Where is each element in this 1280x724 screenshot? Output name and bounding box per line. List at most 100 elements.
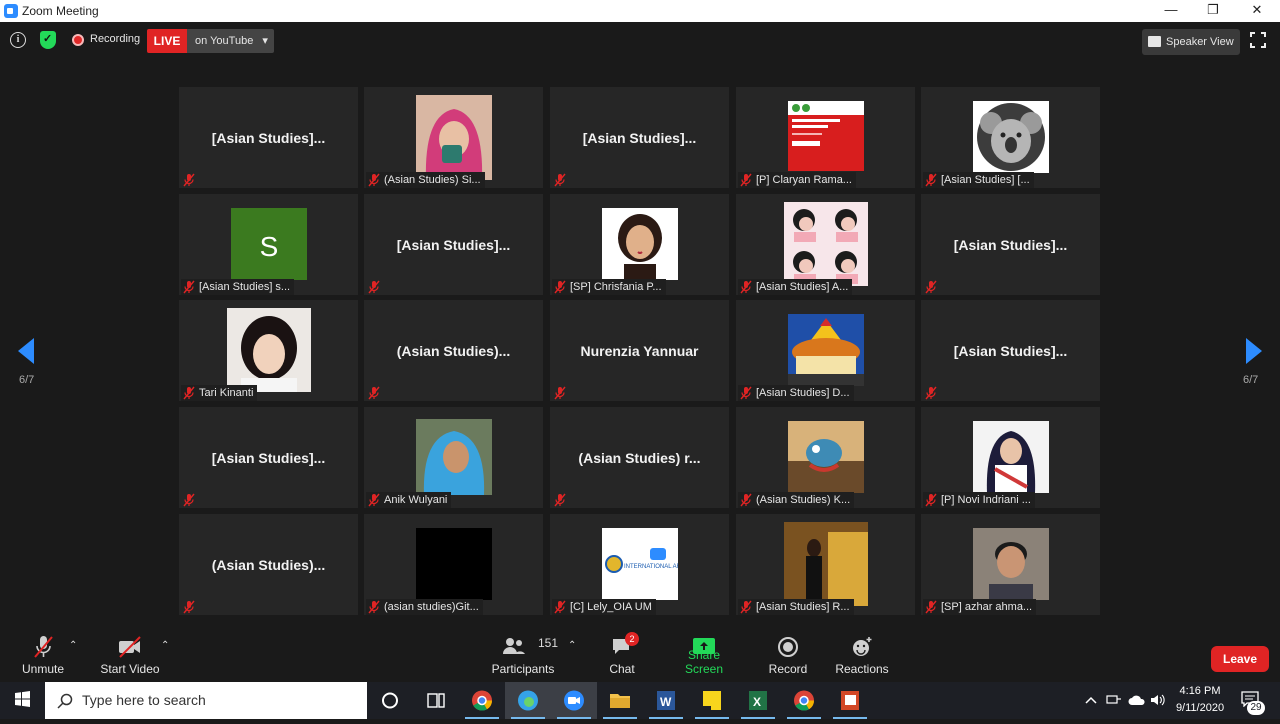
participant-tile[interactable]: [Asian Studies]... [364, 194, 543, 295]
participant-label-text: [Asian Studies] s... [199, 281, 291, 293]
taskbar-word[interactable]: W [643, 682, 689, 719]
participant-tile[interactable]: [Asian Studies]... [550, 87, 729, 188]
taskbar-chrome-2[interactable] [781, 682, 827, 719]
participant-tile[interactable]: S [Asian Studies] s... [179, 194, 358, 295]
participant-tile[interactable]: [Asian Studies]... [921, 194, 1100, 295]
participant-tile[interactable]: [Asian Studies]... [921, 300, 1100, 401]
participant-tile[interactable]: [Asian Studies] D... [736, 300, 915, 401]
info-icon[interactable]: i [10, 32, 26, 48]
previous-page-arrow-icon[interactable] [18, 338, 34, 364]
participant-label: (Asian Studies) K... [738, 492, 855, 508]
onedrive-cloud-icon[interactable] [1128, 694, 1146, 706]
participant-label-text: (Asian Studies) Si... [384, 174, 481, 186]
fullscreen-icon[interactable] [1250, 32, 1266, 48]
participant-tile[interactable]: INTERNATIONAL AFFAIRS [C] Lely_OIA UM [550, 514, 729, 615]
participant-label-text: [Asian Studies] [... [941, 174, 1030, 186]
taskbar-excel[interactable]: X [735, 682, 781, 719]
video-options-chevron-icon[interactable]: ⌃ [161, 640, 169, 651]
participant-label: [P] Claryan Rama... [738, 172, 856, 188]
start-video-label: Start Video [100, 662, 160, 676]
participant-tile[interactable]: [SP] Chrisfania P... [550, 194, 729, 295]
taskbar-search-box[interactable]: Type here to search [45, 682, 367, 719]
muted-microphone-icon [553, 493, 567, 507]
muted-microphone-icon [924, 600, 938, 614]
taskbar-file-explorer[interactable] [597, 682, 643, 719]
reactions-button[interactable]: Reactions [834, 630, 890, 680]
participants-button[interactable]: 151 Participants [490, 630, 558, 680]
live-badge: LIVE [147, 29, 187, 53]
participant-label: [Asian Studies] D... [738, 385, 854, 401]
leave-button[interactable]: Leave [1211, 646, 1269, 672]
participant-tile[interactable]: [SP] azhar ahma... [921, 514, 1100, 615]
start-video-button[interactable]: Start Video [100, 630, 160, 680]
taskbar-powerpoint[interactable] [827, 682, 873, 719]
participant-tile[interactable]: (Asian Studies) K... [736, 407, 915, 508]
participant-label: [C] Lely_OIA UM [552, 599, 656, 615]
participant-tile[interactable]: [Asian Studies]... [179, 407, 358, 508]
muted-microphone-icon [182, 493, 196, 507]
unmute-button[interactable]: Unmute [20, 630, 66, 680]
participant-label-text: [Asian Studies] D... [756, 387, 850, 399]
participant-tile[interactable]: [Asian Studies] [... [921, 87, 1100, 188]
participant-label: [Asian Studies] s... [181, 279, 295, 295]
participant-name: [Asian Studies]... [953, 342, 1068, 359]
taskbar-sticky-notes[interactable] [689, 682, 735, 719]
record-label: Record [768, 662, 808, 676]
taskbar-chrome-1[interactable] [459, 682, 505, 719]
recording-label[interactable]: Recording [90, 33, 140, 45]
zoom-app-icon [564, 690, 584, 711]
chevron-up-icon[interactable] [1084, 694, 1098, 706]
participant-tile[interactable]: [P] Novi Indriani ... [921, 407, 1100, 508]
participant-tile[interactable]: (Asian Studies) r... [550, 407, 729, 508]
muted-microphone-icon [553, 600, 567, 614]
chrome-icon [794, 690, 815, 711]
participants-icon [503, 638, 525, 654]
muted-microphone-icon [367, 600, 381, 614]
participant-tile[interactable]: Nurenzia Yannuar [550, 300, 729, 401]
taskbar-edge[interactable] [505, 682, 551, 719]
edge-icon [518, 690, 538, 711]
participant-name: [Asian Studies]... [582, 129, 697, 146]
restore-button[interactable]: ❐ [1193, 1, 1233, 21]
windows-taskbar: Type here to search W X 4:16 PM 9/11/202… [0, 682, 1280, 719]
audio-options-chevron-icon[interactable]: ⌃ [69, 640, 77, 651]
participant-tile[interactable]: (Asian Studies)... [179, 514, 358, 615]
minimize-button[interactable]: — [1151, 1, 1191, 21]
taskbar-clock-date[interactable]: 9/11/2020 [1172, 702, 1228, 714]
participant-tile[interactable]: (Asian Studies)... [364, 300, 543, 401]
encryption-shield-icon[interactable] [40, 31, 56, 49]
participant-tile[interactable]: [Asian Studies] R... [736, 514, 915, 615]
network-icon[interactable] [1106, 693, 1122, 707]
oia-logo-text: INTERNATIONAL AFFAIRS [624, 564, 678, 570]
participants-options-chevron-icon[interactable]: ⌃ [568, 640, 576, 651]
record-button[interactable]: Record [766, 630, 810, 680]
speaker-view-button[interactable]: Speaker View [1142, 29, 1240, 55]
participant-tile[interactable]: Tari Kinanti [179, 300, 358, 401]
taskbar-clock-time[interactable]: 4:16 PM [1172, 685, 1228, 697]
recording-dot-icon [72, 34, 84, 46]
share-screen-button[interactable]: Share Screen [668, 630, 740, 680]
volume-icon[interactable] [1150, 693, 1166, 707]
taskbar-zoom[interactable] [551, 682, 597, 719]
muted-microphone-icon [739, 493, 753, 507]
participant-tile[interactable]: (Asian Studies) Si... [364, 87, 543, 188]
live-streaming-menu-button[interactable]: on YouTube ▾ [187, 29, 274, 53]
muted-microphone-icon [924, 493, 938, 507]
muted-microphone-icon [553, 386, 567, 400]
next-page-arrow-icon[interactable] [1246, 338, 1262, 364]
svg-text:S: S [259, 231, 278, 262]
windows-start-icon[interactable] [0, 682, 44, 719]
participant-name: (Asian Studies) r... [578, 449, 701, 466]
participant-tile[interactable]: (asian studies)Git... [364, 514, 543, 615]
participant-tile[interactable]: [P] Claryan Rama... [736, 87, 915, 188]
task-view-button[interactable] [413, 682, 459, 719]
record-icon [778, 637, 798, 657]
participant-name: [Asian Studies]... [211, 449, 326, 466]
participant-tile[interactable]: Anik Wulyani [364, 407, 543, 508]
close-button[interactable]: ✕ [1237, 1, 1277, 21]
notification-count-badge: 29 [1247, 701, 1265, 715]
microphone-muted-icon [34, 636, 53, 658]
participant-tile[interactable]: [Asian Studies] A... [736, 194, 915, 295]
cortana-button[interactable] [367, 682, 413, 719]
participant-tile[interactable]: [Asian Studies]... [179, 87, 358, 188]
